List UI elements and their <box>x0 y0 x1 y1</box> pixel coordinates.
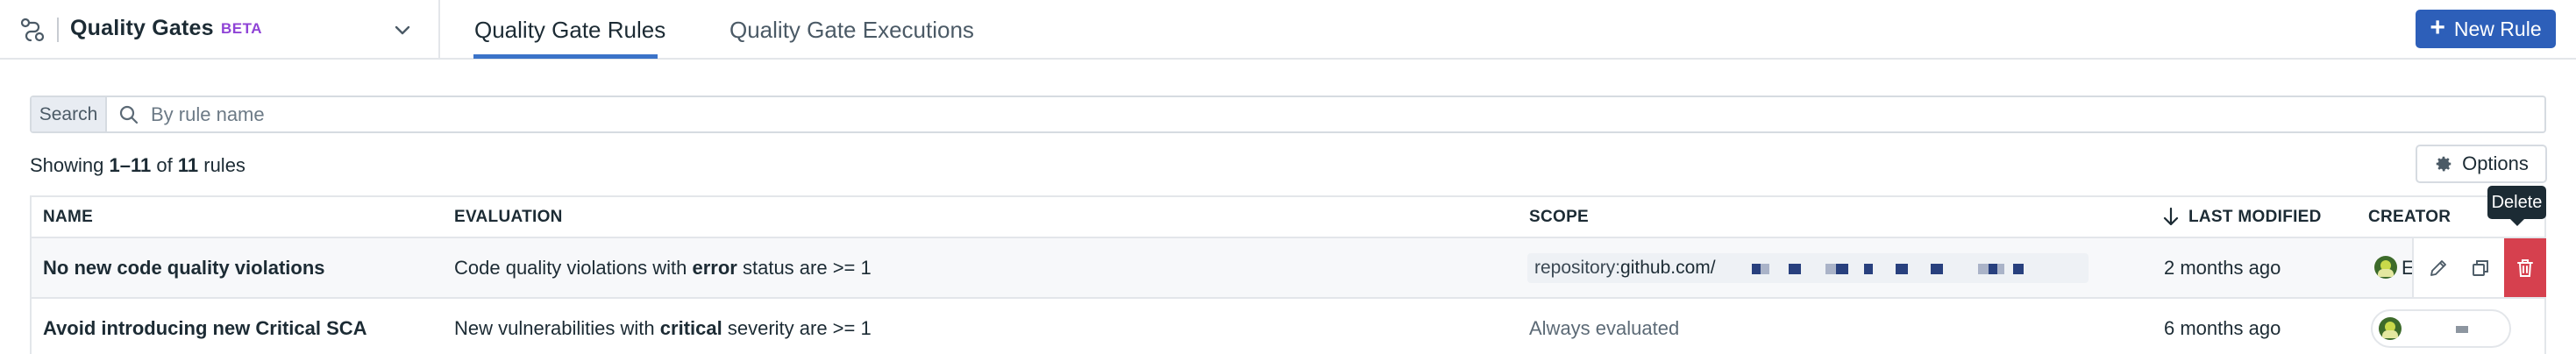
scope-key: repository: <box>1534 258 1621 278</box>
column-header-creator[interactable]: CREATOR <box>2368 208 2451 227</box>
new-rule-label: New Rule <box>2453 17 2542 40</box>
edit-button[interactable] <box>2417 238 2459 297</box>
search-bar: Search <box>30 96 2546 133</box>
clone-icon <box>2473 259 2488 276</box>
scope-text: Always evaluated <box>1529 317 1680 339</box>
avatar <box>2379 317 2402 340</box>
active-tab-indicator <box>473 54 658 59</box>
scope-tag: repository:github.com/ <box>1527 253 2089 283</box>
count-of: of <box>156 154 173 176</box>
rule-evaluation: New vulnerabilities with critical severi… <box>454 299 872 354</box>
tab-quality-gate-rules[interactable]: Quality Gate Rules <box>474 0 665 60</box>
gear-icon <box>2436 156 2451 172</box>
clone-button[interactable] <box>2459 238 2501 297</box>
divider <box>57 18 59 42</box>
options-label: Options <box>2462 152 2529 174</box>
column-header-last-modified[interactable]: LAST MODIFIED <box>2188 208 2322 227</box>
search-label: Search <box>32 97 107 131</box>
row-actions <box>2412 238 2546 297</box>
count-total: 11 <box>177 154 199 176</box>
tab-quality-gate-executions[interactable]: Quality Gate Executions <box>729 0 974 60</box>
evaluation-text: status are >= 1 <box>742 257 872 279</box>
edit-icon <box>2430 259 2446 276</box>
count-suffix: rules <box>203 154 246 176</box>
search-input[interactable] <box>151 97 2518 131</box>
rule-evaluation: Code quality violations with error statu… <box>454 238 872 297</box>
plus-icon: + <box>2430 12 2445 42</box>
product-title: Quality Gates <box>70 16 214 40</box>
evaluation-text: severity are >= 1 <box>727 317 872 339</box>
flow-icon <box>20 18 45 42</box>
table-row[interactable]: No new code quality violations Code qual… <box>32 238 2546 299</box>
evaluation-text: New vulnerabilities with <box>454 317 655 339</box>
top-header: Quality Gates BETA Quality Gate Rules Qu… <box>0 0 2576 60</box>
column-header-evaluation[interactable]: EVALUATION <box>454 208 563 227</box>
evaluation-text: Code quality violations with <box>454 257 687 279</box>
count-range: 1–11 <box>109 154 152 176</box>
result-count: Showing 1–11 of 11 rules <box>30 154 246 177</box>
product-switcher[interactable]: Quality Gates BETA <box>0 0 440 60</box>
sort-down-arrow-icon[interactable] <box>2162 206 2180 227</box>
last-modified: 2 months ago <box>2164 257 2281 279</box>
column-header-name[interactable]: NAME <box>43 208 93 227</box>
beta-badge: BETA <box>221 20 263 37</box>
creator-pill <box>2371 309 2511 348</box>
last-modified: 6 months ago <box>2164 317 2281 339</box>
trash-icon <box>2517 258 2533 277</box>
rule-name[interactable]: Avoid introducing new Critical SCA <box>43 299 367 354</box>
rules-table: NAME EVALUATION SCOPE LAST MODIFIED CREA… <box>30 195 2546 354</box>
delete-tooltip: Delete <box>2487 186 2546 226</box>
avatar <box>2374 256 2397 279</box>
delete-button[interactable] <box>2504 238 2546 297</box>
redacted-text <box>2456 326 2468 333</box>
evaluation-keyword: critical <box>659 317 722 339</box>
rule-name[interactable]: No new code quality violations <box>43 238 325 297</box>
new-rule-button[interactable]: + New Rule <box>2416 10 2556 48</box>
chevron-down-icon[interactable] <box>391 19 414 42</box>
count-prefix: Showing <box>30 154 104 176</box>
search-icon <box>119 105 139 124</box>
scope-value: github.com/ <box>1620 258 1716 278</box>
options-button[interactable]: Options <box>2416 145 2547 183</box>
column-header-scope[interactable]: SCOPE <box>1529 208 1589 227</box>
evaluation-keyword: error <box>692 257 737 279</box>
table-row[interactable]: Avoid introducing new Critical SCA New v… <box>32 299 2544 354</box>
